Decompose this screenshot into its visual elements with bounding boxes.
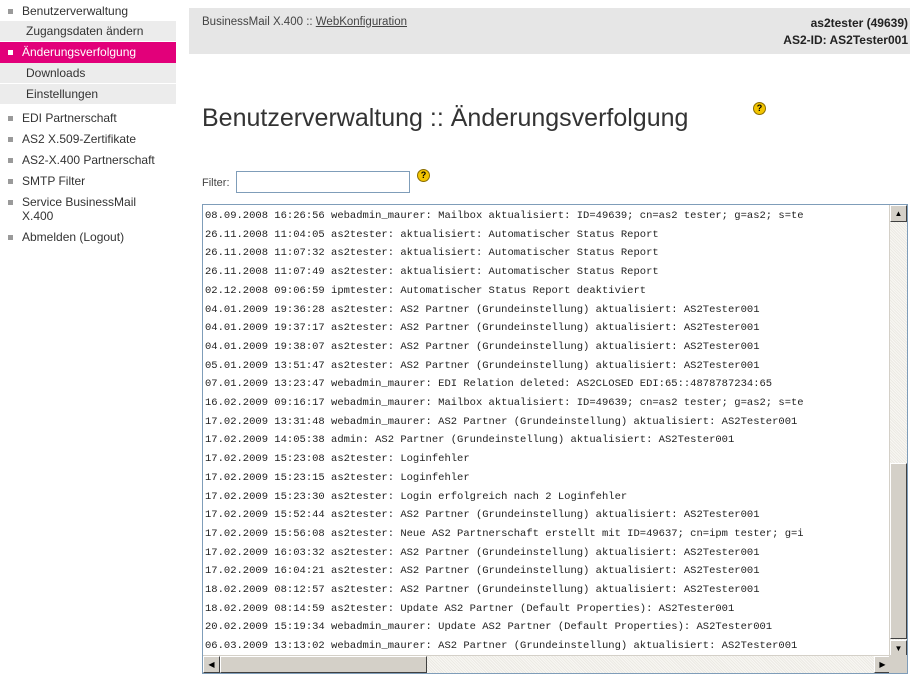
horizontal-scroll-thumb[interactable] <box>220 656 427 673</box>
breadcrumb-prefix: BusinessMail X.400 :: <box>202 16 316 28</box>
square-bullet-icon <box>8 179 13 184</box>
sidebar-item-label: Downloads <box>26 66 86 80</box>
log-line: 18.02.2009 08:14:59 as2tester: Update AS… <box>205 602 735 615</box>
sidebar-item-edi-partnerschaft[interactable]: EDI Partnerschaft <box>0 107 176 128</box>
as2-id: AS2-ID: AS2Tester001 <box>783 33 908 47</box>
sidebar-item-smtp-filter[interactable]: SMTP Filter <box>0 170 176 191</box>
sidebar-item-zugangsdaten-aendern[interactable]: Zugangsdaten ändern <box>0 21 176 42</box>
log-line: 20.02.2009 15:19:34 webadmin_maurer: Upd… <box>205 621 773 634</box>
header-bar: BusinessMail X.400 :: WebKonfiguration a… <box>189 8 910 54</box>
arrow-left-icon[interactable]: ◀ <box>203 656 220 673</box>
user-name: as2tester (49639) <box>810 16 908 30</box>
sidebar-item-service-businessmail[interactable]: Service BusinessMail X.400 <box>0 191 176 226</box>
square-bullet-icon <box>8 116 13 121</box>
log-line: 18.02.2009 08:12:57 as2tester: AS2 Partn… <box>205 584 760 597</box>
square-bullet-icon <box>8 50 13 55</box>
breadcrumb: BusinessMail X.400 :: WebKonfiguration <box>202 16 407 28</box>
log-line: 17.02.2009 14:05:38 admin: AS2 Partner (… <box>205 434 735 447</box>
page-title: Benutzerverwaltung :: Änderungsverfolgun… <box>202 104 689 132</box>
sidebar-item-label: AS2-X.400 Partnerschaft <box>22 153 155 167</box>
log-line: 17.02.2009 13:31:48 webadmin_maurer: AS2… <box>205 415 798 428</box>
sidebar-item-label: Einstellungen <box>26 87 99 101</box>
sidebar-item-as2-zertifikate[interactable]: AS2 X.509-Zertifikate <box>0 128 176 149</box>
filter-help[interactable]: ? <box>414 169 430 187</box>
webkonfiguration-link[interactable]: WebKonfiguration <box>316 16 407 28</box>
log-line: 04.01.2009 19:36:28 as2tester: AS2 Partn… <box>205 303 760 316</box>
log-lines: 08.09.2008 16:26:56 webadmin_maurer: Mai… <box>203 207 883 655</box>
filter-label: Filter: <box>202 177 230 189</box>
sidebar-item-label: Service BusinessMail X.400 <box>22 195 137 223</box>
log-line: 17.02.2009 16:04:21 as2tester: AS2 Partn… <box>205 565 760 578</box>
sidebar-item-aenderungsverfolgung[interactable]: Änderungsverfolgung <box>0 42 176 63</box>
title-help[interactable]: ? <box>750 102 766 120</box>
log-line: 08.09.2008 16:26:56 webadmin_maurer: Mai… <box>205 210 804 222</box>
log-line: 05.01.2009 13:51:47 as2tester: AS2 Partn… <box>205 359 760 372</box>
sidebar-item-einstellungen[interactable]: Einstellungen <box>0 84 176 105</box>
log-line: 26.11.2008 11:07:32 as2tester: aktualisi… <box>205 247 659 260</box>
sidebar-item-label: Abmelden (Logout) <box>22 230 125 244</box>
log-line: 16.02.2009 09:16:17 webadmin_maurer: Mai… <box>205 397 804 410</box>
square-bullet-icon <box>8 9 13 14</box>
sidebar-item-downloads[interactable]: Downloads <box>0 63 176 84</box>
log-line: 04.01.2009 19:37:17 as2tester: AS2 Partn… <box>205 322 760 335</box>
help-icon: ? <box>417 169 430 182</box>
horizontal-scrollbar[interactable]: ◀ ▶ <box>203 655 891 673</box>
sidebar-item-label: SMTP Filter <box>22 174 86 188</box>
log-line: 02.12.2008 09:06:59 ipmtester: Automatis… <box>205 284 647 297</box>
vertical-scroll-thumb[interactable] <box>890 463 907 639</box>
sidebar-nav: Benutzerverwaltung Zugangsdaten ändern Ä… <box>0 0 176 684</box>
sidebar-item-label: AS2 X.509-Zertifikate <box>22 132 137 146</box>
square-bullet-icon <box>8 200 13 205</box>
log-line: 17.02.2009 16:03:32 as2tester: AS2 Partn… <box>205 546 760 559</box>
square-bullet-icon <box>8 235 13 240</box>
arrow-up-icon[interactable]: ▲ <box>890 205 907 222</box>
log-line: 17.02.2009 15:23:30 as2tester: Login erf… <box>205 490 628 503</box>
log-line: 06.03.2009 13:13:02 webadmin_maurer: AS2… <box>205 640 798 653</box>
log-line: 17.02.2009 15:52:44 as2tester: AS2 Partn… <box>205 509 760 522</box>
sidebar-item-label: Benutzerverwaltung <box>22 4 129 18</box>
square-bullet-icon <box>8 137 13 142</box>
sidebar-item-as2-x400-partnerschaft[interactable]: AS2-X.400 Partnerschaft <box>0 149 176 170</box>
sidebar-item-label: Zugangsdaten ändern <box>26 24 144 38</box>
sidebar-item-logout[interactable]: Abmelden (Logout) <box>0 226 176 247</box>
square-bullet-icon <box>8 158 13 163</box>
user-info: as2tester (49639) AS2-ID: AS2Tester001 <box>783 15 908 49</box>
vertical-scrollbar[interactable]: ▲ ▼ <box>889 205 907 657</box>
log-line: 26.11.2008 11:04:05 as2tester: aktualisi… <box>205 228 659 241</box>
sidebar-item-label: Änderungsverfolgung <box>22 45 137 59</box>
sidebar-item-label: EDI Partnerschaft <box>22 111 117 125</box>
log-line: 07.01.2009 13:23:47 webadmin_maurer: EDI… <box>205 378 773 391</box>
scrollbar-corner <box>889 655 907 673</box>
log-line: 04.01.2009 19:38:07 as2tester: AS2 Partn… <box>205 340 760 353</box>
log-line: 26.11.2008 11:07:49 as2tester: aktualisi… <box>205 266 659 279</box>
log-line: 17.02.2009 15:23:15 as2tester: Loginfehl… <box>205 471 470 484</box>
change-log-textarea[interactable]: 08.09.2008 16:26:56 webadmin_maurer: Mai… <box>202 204 908 674</box>
log-line: 17.02.2009 15:23:08 as2tester: Loginfehl… <box>205 453 470 466</box>
filter-input[interactable] <box>236 171 410 193</box>
sidebar-item-benutzerverwaltung[interactable]: Benutzerverwaltung <box>0 0 176 21</box>
help-icon: ? <box>753 102 766 115</box>
log-line: 17.02.2009 15:56:08 as2tester: Neue AS2 … <box>205 527 804 540</box>
